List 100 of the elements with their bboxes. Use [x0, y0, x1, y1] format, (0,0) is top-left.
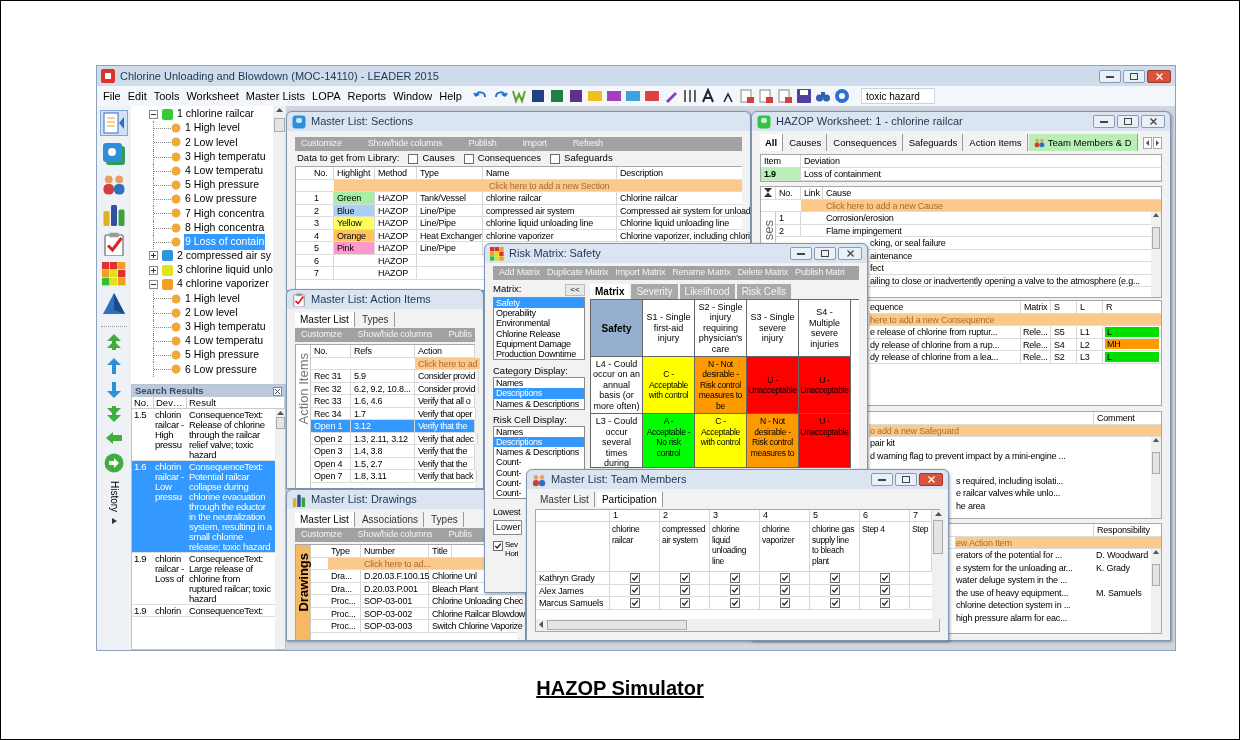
scroll-thumb[interactable]: [1152, 227, 1160, 249]
scroll-thumb[interactable]: [275, 417, 285, 429]
tile-icon[interactable]: [567, 88, 584, 104]
dropdown[interactable]: Lower: [493, 520, 522, 536]
columns-icon[interactable]: [681, 88, 698, 104]
table-row[interactable]: Open 7 1.8, 3.11 Verify that back: [311, 470, 475, 483]
scroll-up-icon[interactable]: [276, 106, 283, 114]
checkbox[interactable]: [629, 572, 640, 583]
collapse-icon[interactable]: [149, 109, 158, 119]
list-item[interactable]: Count-: [494, 488, 524, 499]
table-row[interactable]: Rec 33 1.6, 4.6 Verify that all o: [311, 395, 475, 408]
font-grow-icon[interactable]: [700, 88, 717, 104]
checkbox[interactable]: [463, 153, 474, 164]
tree-item[interactable]: 1 chlorine railcar: [177, 106, 255, 122]
scroll-thumb[interactable]: [1152, 564, 1161, 586]
minimize-button[interactable]: [790, 247, 812, 260]
scroll-left-icon[interactable]: [538, 621, 544, 628]
help-icon[interactable]: [833, 88, 850, 104]
list-item[interactable]: Operability: [494, 308, 538, 319]
tab[interactable]: Master List: [295, 312, 355, 327]
sections-icon[interactable]: [102, 142, 126, 166]
result-row[interactable]: 1.5 chlorin railcar - High pressu ConsequenceText: Release of chlorine through the railcar relief valve; toxic hazard: [132, 409, 275, 461]
scroll-up-icon[interactable]: [1153, 212, 1159, 219]
tree-item[interactable]: 2 compressed air sy: [177, 248, 271, 264]
scroll-thumb[interactable]: [274, 118, 285, 132]
list-item[interactable]: Count-: [494, 467, 524, 478]
tree-item[interactable]: 3 chlorine liquid unlo: [177, 262, 273, 279]
list-item[interactable]: Environmental: [494, 318, 552, 329]
tree-item[interactable]: 3 High temperatu: [184, 319, 267, 335]
result-row[interactable]: 1.9 chlorin ConsequenceText:: [132, 605, 275, 617]
checkbox[interactable]: [629, 585, 640, 596]
checkbox[interactable]: [679, 597, 690, 608]
list-item[interactable]: Names & Descriptions: [494, 447, 582, 458]
tree-item[interactable]: 1 High level: [184, 120, 241, 137]
tree-item[interactable]: 8 High concentra: [184, 219, 266, 236]
move-up-icon[interactable]: [105, 357, 123, 375]
checkbox[interactable]: [729, 585, 740, 596]
result-row[interactable]: [132, 461, 275, 553]
tab[interactable]: Team Members & D: [1028, 134, 1138, 151]
tree-item[interactable]: 7 High concentra: [184, 205, 266, 222]
close-button[interactable]: [1141, 115, 1165, 128]
checkbox[interactable]: [550, 153, 561, 164]
tree-item[interactable]: 4 Low temperatu: [184, 162, 265, 179]
checkbox[interactable]: [679, 585, 690, 596]
menu-item[interactable]: Help: [439, 87, 462, 105]
report-icon[interactable]: [738, 88, 755, 104]
maximize-button[interactable]: [1123, 69, 1145, 83]
tree-item[interactable]: 3 High temperatu: [184, 148, 267, 165]
expand-icon[interactable]: [149, 251, 158, 261]
close-icon[interactable]: [273, 386, 282, 396]
tab[interactable]: Matrix: [590, 284, 630, 299]
worksheet-button[interactable]: [100, 110, 128, 136]
expand-icon[interactable]: [149, 265, 158, 275]
checkbox[interactable]: [879, 585, 890, 596]
menu-item[interactable]: Edit: [127, 87, 147, 105]
checkbox[interactable]: [779, 572, 790, 583]
search-field[interactable]: toxic hazard: [860, 88, 935, 104]
collapse-button[interactable]: <<: [565, 283, 585, 296]
collapse-icon[interactable]: [149, 279, 158, 289]
menu-item[interactable]: Tools: [153, 87, 180, 105]
menu-item[interactable]: Worksheet: [186, 87, 239, 105]
tree-item[interactable]: 1 High level: [184, 290, 241, 307]
minimize-button[interactable]: [1099, 69, 1121, 83]
close-button[interactable]: [838, 247, 862, 260]
history-tab[interactable]: History: [106, 481, 122, 513]
tree-item[interactable]: 4 chlorine vaporizer: [177, 276, 269, 293]
maximize-button[interactable]: [1117, 115, 1139, 128]
list-item[interactable]: Chlorine Release: [494, 328, 563, 339]
scroll-thumb[interactable]: [933, 520, 943, 554]
list-item[interactable]: Names: [494, 426, 525, 438]
checkbox[interactable]: [779, 597, 790, 608]
checkbox[interactable]: [879, 597, 890, 608]
checkbox[interactable]: [729, 597, 740, 608]
menu-item[interactable]: LOPA: [312, 87, 341, 105]
highlight-icon[interactable]: [605, 88, 622, 104]
move-bottom-icon[interactable]: [105, 405, 123, 423]
tree-item[interactable]: 2 Low level: [184, 304, 239, 321]
forward-icon[interactable]: [104, 453, 124, 473]
hourglass-icon[interactable]: [764, 188, 772, 198]
scroll-up-icon[interactable]: [276, 409, 284, 417]
maximize-button[interactable]: [895, 473, 917, 486]
menu-item[interactable]: Reports: [347, 87, 387, 105]
checkbox[interactable]: [879, 572, 890, 583]
report-icon[interactable]: [776, 88, 793, 104]
check-chart-icon[interactable]: [510, 88, 527, 104]
checkbox[interactable]: [829, 597, 840, 608]
scroll-thumb[interactable]: [1152, 452, 1160, 474]
minimize-button[interactable]: [1093, 115, 1115, 128]
list-item[interactable]: Count-: [494, 477, 524, 489]
close-button[interactable]: [1147, 69, 1171, 83]
scroll-right-icon[interactable]: [1153, 137, 1162, 149]
list-item[interactable]: Equipment Damage: [494, 338, 573, 349]
checkbox[interactable]: [679, 572, 690, 583]
tree-item[interactable]: 6 Low pressure: [184, 361, 258, 378]
close-button[interactable]: [919, 473, 943, 486]
highlight-icon[interactable]: [643, 88, 660, 104]
checkbox[interactable]: [829, 572, 840, 583]
table-row[interactable]: Open 3 1.4, 3.8 Verify that the: [311, 445, 475, 458]
scroll-thumb[interactable]: [547, 619, 687, 630]
menu-item[interactable]: File: [103, 87, 121, 105]
